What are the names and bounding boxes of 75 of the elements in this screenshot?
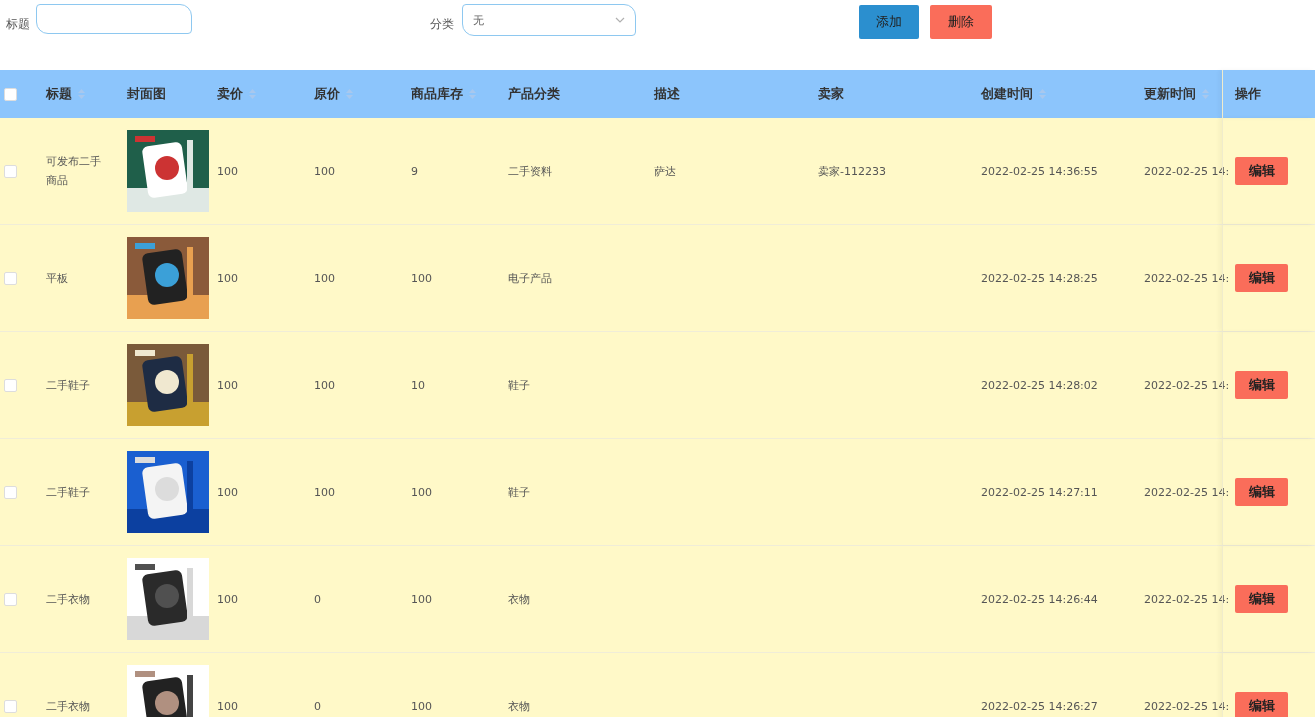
table-cell: 100 [314, 164, 335, 178]
column-header: 更新时间 [1144, 85, 1196, 103]
table-cell-text: 二手鞋子 [46, 484, 91, 501]
column-header: 封面图 [127, 85, 166, 103]
row-checkbox[interactable] [4, 271, 17, 285]
category-label: 分类 [430, 16, 454, 33]
table-cell: 100 [217, 699, 238, 713]
table-cell: 电子产品 [508, 270, 552, 286]
edit-button[interactable]: 编辑 [1235, 692, 1288, 717]
table-cell: 2022-02-25 14:36:55 [981, 164, 1098, 178]
table-cell: 100 [314, 378, 335, 392]
table-cell-text: 二手衣物 [46, 591, 91, 608]
sort-icon[interactable] [1202, 89, 1209, 99]
table-cell: 100 [217, 485, 238, 499]
table-cell: 2022-02-25 14:28:02 [981, 378, 1098, 392]
column-header: 商品库存 [411, 85, 463, 103]
sort-icon[interactable] [346, 89, 353, 99]
table-cell-text: 二手鞋子 [46, 377, 91, 394]
table-cell: 100 [217, 378, 238, 392]
column-header: 描述 [654, 85, 680, 103]
table-cell: 100 [314, 271, 335, 285]
table-cell-text: 平板 [46, 270, 69, 287]
category-select[interactable]: 无 [462, 4, 636, 36]
table-cell: 二手资料 [508, 163, 552, 179]
table-cell: 100 [411, 699, 432, 713]
sort-icon[interactable] [78, 89, 85, 99]
column-header: 卖家 [818, 85, 844, 103]
sort-icon[interactable] [469, 89, 476, 99]
edit-button[interactable]: 编辑 [1235, 478, 1288, 506]
add-button[interactable]: 添加 [859, 5, 919, 39]
row-checkbox[interactable] [4, 164, 17, 178]
edit-button[interactable]: 编辑 [1235, 157, 1288, 185]
column-header: 操作 [1235, 85, 1261, 103]
table-cell: 100 [314, 485, 335, 499]
table-cell: 9 [411, 164, 418, 178]
table-cell: 0 [314, 699, 321, 713]
table-cell: 0 [314, 592, 321, 606]
column-header: 卖价 [217, 85, 243, 103]
table-cell: 2022-02-25 14:28:25 [981, 271, 1098, 285]
sort-icon[interactable] [1039, 89, 1046, 99]
table-cell: 2022-02-25 14:26:27 [981, 699, 1098, 713]
column-header: 创建时间 [981, 85, 1033, 103]
delete-button[interactable]: 删除 [930, 5, 992, 39]
table-cell: 卖家-112233 [818, 163, 886, 179]
table-cell: 100 [411, 485, 432, 499]
table-cell: 鞋子 [508, 484, 530, 500]
table-cell: 2022-02-25 14:27:11 [981, 485, 1098, 499]
row-checkbox[interactable] [4, 699, 17, 713]
table-cell: 100 [217, 592, 238, 606]
table-cell: 10 [411, 378, 425, 392]
column-header: 标题 [46, 85, 72, 103]
row-checkbox[interactable] [4, 485, 17, 499]
table-cell: 2022-02-25 14:26:44 [981, 592, 1098, 606]
title-field[interactable] [36, 4, 192, 34]
title-label: 标题 [6, 16, 30, 33]
column-header: 原价 [314, 85, 340, 103]
row-checkbox[interactable] [4, 592, 17, 606]
chevron-down-icon [615, 17, 625, 23]
table-cell-text: 二手衣物 [46, 698, 91, 715]
table-cell: 衣物 [508, 698, 530, 714]
table-cell: 100 [411, 271, 432, 285]
edit-button[interactable]: 编辑 [1235, 371, 1288, 399]
table-cell: 鞋子 [508, 377, 530, 393]
table-cell: 100 [217, 164, 238, 178]
edit-button[interactable]: 编辑 [1235, 264, 1288, 292]
row-checkbox[interactable] [4, 378, 17, 392]
table-cell: 100 [217, 271, 238, 285]
select-all-checkbox[interactable] [4, 87, 17, 101]
table-cell-text: 可发布二手商品 [46, 154, 102, 189]
table-cell: 100 [411, 592, 432, 606]
sort-icon[interactable] [249, 89, 256, 99]
edit-button[interactable]: 编辑 [1235, 585, 1288, 613]
column-header: 产品分类 [508, 85, 560, 103]
table-cell: 萨达 [654, 163, 676, 179]
table-cell: 衣物 [508, 591, 530, 607]
